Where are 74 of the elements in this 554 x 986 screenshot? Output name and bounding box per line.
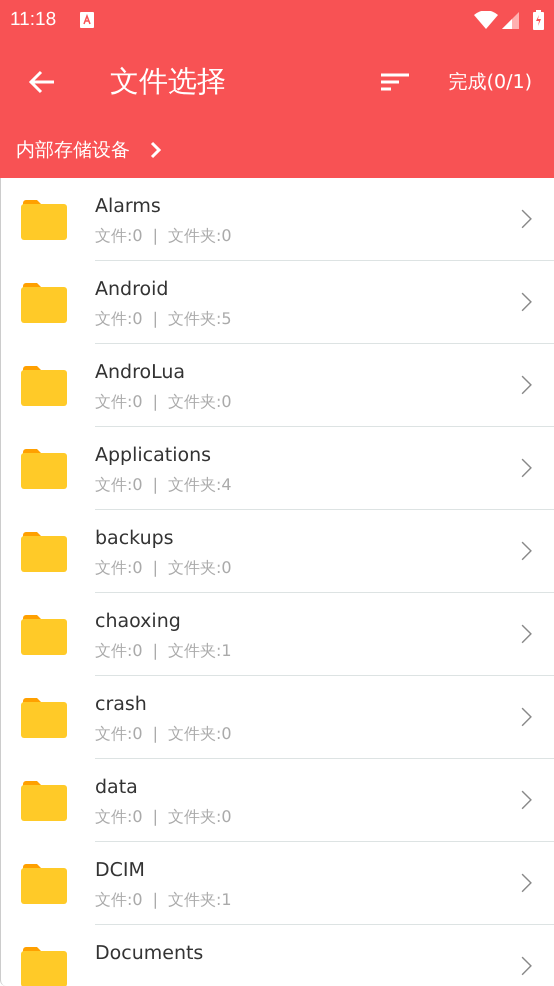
chevron-icon (521, 790, 532, 810)
file-count: 文件:0 (95, 225, 143, 247)
chevron-icon (521, 956, 532, 976)
folder-row[interactable]: Documents (1, 925, 554, 986)
folder-count: 文件夹:5 (168, 308, 232, 330)
file-count: 文件:0 (95, 640, 143, 662)
status-time: 11:18 (10, 8, 56, 32)
folder-name: crash (95, 692, 148, 717)
folder-icon (21, 780, 67, 820)
folder-icon (21, 946, 67, 986)
folder-count: 文件夹:0 (168, 225, 232, 247)
file-count: 文件:0 (95, 806, 143, 828)
chevron-icon (521, 209, 532, 229)
folder-name: backups (95, 526, 175, 551)
chevron-icon (521, 541, 532, 561)
folder-icon (21, 864, 67, 904)
separator-text: | (152, 225, 158, 247)
separator-text: | (152, 806, 158, 828)
folder-name: Applications (95, 443, 212, 468)
folder-count: 文件夹:0 (168, 391, 232, 413)
folder-row[interactable]: backups 文件:0 | 文件夹:0 (1, 510, 554, 593)
chevron-icon (521, 873, 532, 893)
folder-icon (21, 448, 67, 488)
separator-text: | (152, 723, 158, 745)
separator-text: | (152, 391, 158, 413)
notification-icon (80, 12, 94, 28)
folder-row[interactable]: crash 文件:0 | 文件夹:0 (1, 676, 554, 759)
toolbar-title: 文件选择 (110, 63, 226, 100)
folder-icon (21, 532, 67, 572)
folder-icon (21, 200, 67, 240)
folder-row[interactable]: AndroLua 文件:0 | 文件夹:0 (1, 344, 554, 427)
folder-icon (21, 698, 67, 738)
folder-row[interactable]: data 文件:0 | 文件夹:0 (1, 759, 554, 842)
folder-row[interactable]: chaoxing 文件:0 | 文件夹:1 (1, 593, 554, 676)
chevron-icon (521, 375, 532, 395)
folder-count: 文件夹:4 (168, 474, 232, 496)
file-count: 文件:0 (95, 308, 143, 330)
file-count: 文件:0 (95, 889, 143, 911)
folder-name: DCIM (95, 858, 146, 883)
wifi-icon (474, 11, 498, 29)
separator-text: | (152, 474, 158, 496)
folder-icon (21, 366, 67, 406)
folder-icon (21, 282, 67, 322)
folder-name: chaoxing (95, 609, 182, 634)
folder-name: Android (95, 277, 170, 302)
file-count: 文件:0 (95, 557, 143, 579)
signal-icon (502, 12, 519, 28)
chevron-icon (521, 624, 532, 644)
folder-name: AndroLua (95, 360, 186, 385)
separator-text: | (152, 640, 158, 662)
chevron-icon (521, 707, 532, 727)
file-count: 文件:0 (95, 391, 143, 413)
folder-count: 文件夹:0 (168, 723, 232, 745)
file-count: 文件:0 (95, 723, 143, 745)
chevron-icon (150, 141, 161, 159)
folder-count: 文件夹:0 (168, 557, 232, 579)
folder-row[interactable]: Alarms 文件:0 | 文件夹:0 (1, 178, 554, 261)
chevron-icon (521, 458, 532, 478)
folder-name: Documents (95, 941, 204, 966)
folder-row[interactable]: Android 文件:0 | 文件夹:5 (1, 261, 554, 344)
file-count: 文件:0 (95, 474, 143, 496)
folder-row[interactable]: Applications 文件:0 | 文件夹:4 (1, 427, 554, 510)
folder-count: 文件夹:0 (168, 806, 232, 828)
battery-icon (533, 10, 544, 30)
separator-text: | (152, 889, 158, 911)
separator-text: | (152, 308, 158, 330)
folder-name: data (95, 775, 139, 800)
separator-text: | (152, 557, 158, 579)
folder-name: Alarms (95, 194, 162, 219)
folder-count: 文件夹:1 (168, 889, 232, 911)
folder-icon (21, 614, 67, 654)
folder-row[interactable]: DCIM 文件:0 | 文件夹:1 (1, 842, 554, 925)
chevron-icon (521, 292, 532, 312)
folder-count: 文件夹:1 (168, 640, 232, 662)
